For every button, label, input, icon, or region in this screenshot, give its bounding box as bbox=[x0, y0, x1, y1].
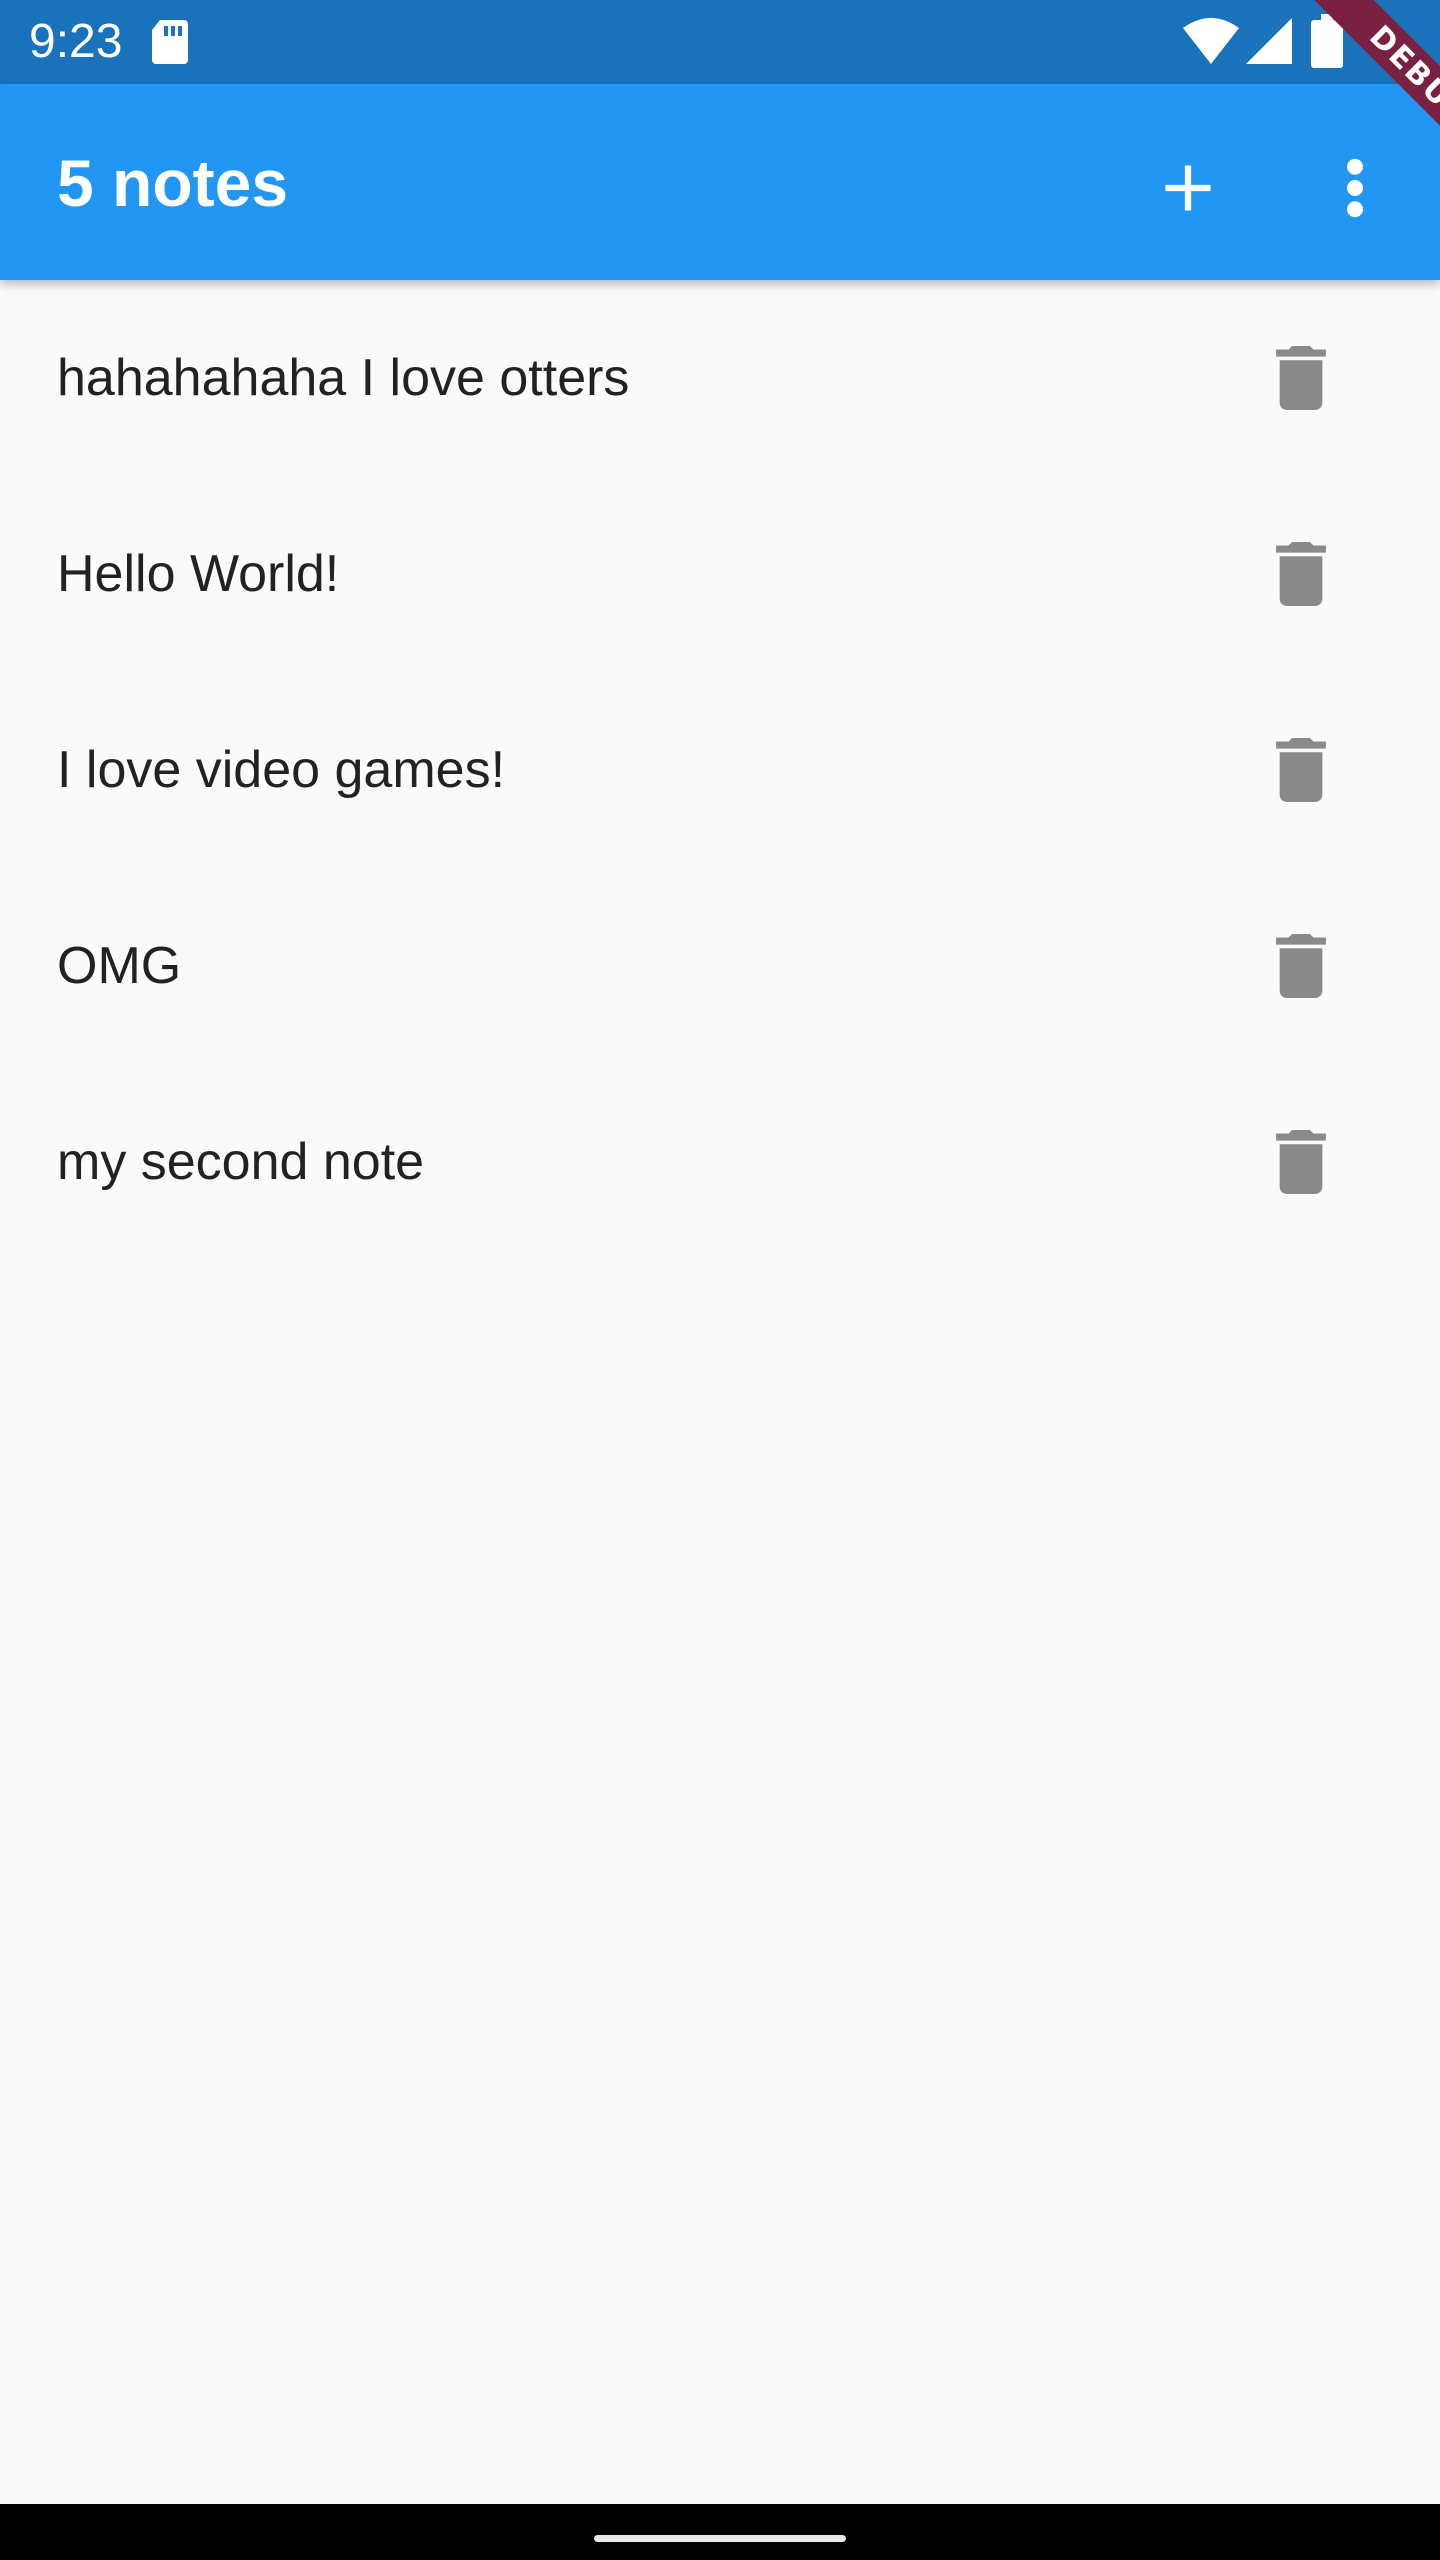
status-bar: 9:23 bbox=[0, 0, 1440, 84]
wifi-icon bbox=[1183, 18, 1239, 64]
cell-signal-icon bbox=[1246, 18, 1292, 64]
delete-icon bbox=[1276, 738, 1326, 802]
note-item[interactable]: hahahahaha I love otters bbox=[0, 280, 1440, 476]
notes-list: hahahahaha I love otters Hello World! I … bbox=[0, 280, 1440, 1260]
delete-icon bbox=[1276, 934, 1326, 998]
note-text: hahahahaha I love otters bbox=[57, 349, 630, 407]
note-item[interactable]: I love video games! bbox=[0, 672, 1440, 868]
sd-card-icon bbox=[152, 20, 188, 64]
delete-icon bbox=[1276, 1130, 1326, 1194]
delete-note-button[interactable] bbox=[1246, 519, 1356, 629]
note-text: I love video games! bbox=[57, 741, 506, 799]
more-options-button[interactable] bbox=[1300, 133, 1410, 243]
add-icon bbox=[1165, 165, 1211, 211]
page-title: 5 notes bbox=[57, 146, 289, 220]
note-text: my second note bbox=[57, 1133, 425, 1191]
app-bar: 5 notes bbox=[0, 84, 1440, 280]
note-item[interactable]: Hello World! bbox=[0, 476, 1440, 672]
delete-note-button[interactable] bbox=[1246, 715, 1356, 825]
battery-icon bbox=[1311, 14, 1343, 68]
note-text: Hello World! bbox=[57, 545, 340, 603]
note-item[interactable]: OMG bbox=[0, 868, 1440, 1064]
delete-icon bbox=[1276, 542, 1326, 606]
more-vert-icon bbox=[1347, 158, 1363, 218]
note-text: OMG bbox=[57, 937, 182, 995]
home-gesture-handle[interactable] bbox=[594, 2535, 846, 2542]
delete-note-button[interactable] bbox=[1246, 911, 1356, 1021]
navigation-bar bbox=[0, 2504, 1440, 2560]
status-time: 9:23 bbox=[29, 15, 123, 68]
delete-icon bbox=[1276, 346, 1326, 410]
delete-note-button[interactable] bbox=[1246, 1107, 1356, 1217]
delete-note-button[interactable] bbox=[1246, 323, 1356, 433]
note-item[interactable]: my second note bbox=[0, 1064, 1440, 1260]
add-note-button[interactable] bbox=[1133, 133, 1243, 243]
